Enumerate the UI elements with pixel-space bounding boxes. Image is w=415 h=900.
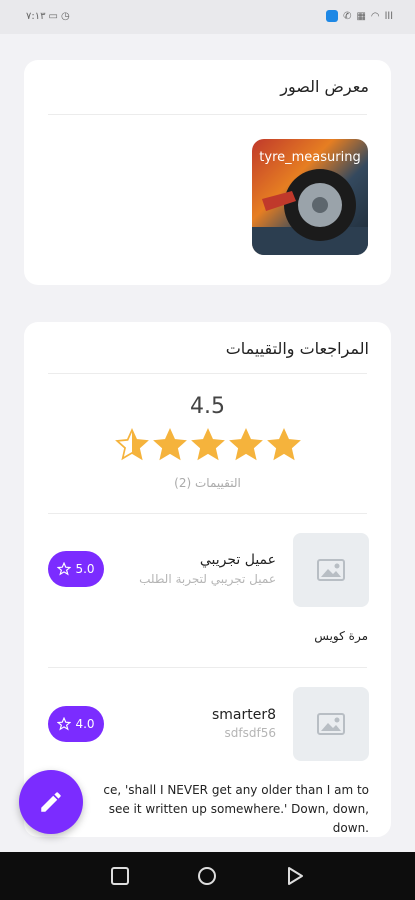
signal-icon: ااا bbox=[384, 10, 393, 22]
app-notification-icon bbox=[326, 10, 339, 22]
rating-stars bbox=[24, 428, 391, 462]
rating-badge-value: 5.0 bbox=[75, 562, 95, 576]
write-review-button[interactable] bbox=[19, 770, 83, 834]
reviewer-subtitle: عميل تجريبي لتجربة الطلب bbox=[139, 572, 276, 586]
image-icon bbox=[317, 713, 345, 735]
star-outline-icon bbox=[57, 717, 72, 731]
star-icon bbox=[114, 428, 149, 461]
gallery-image-tyre[interactable]: tyre_measuring bbox=[252, 139, 368, 255]
star-icon bbox=[190, 428, 225, 461]
battery-icon: ▭ bbox=[48, 11, 58, 22]
gallery-title: معرض الصور bbox=[280, 77, 369, 96]
status-right: ✆ ▦ ◠ ااا bbox=[326, 10, 393, 22]
review-comment: ce, 'shall I NEVER get any older than I … bbox=[103, 783, 369, 835]
image-icon bbox=[317, 559, 345, 581]
gallery-divider bbox=[48, 114, 367, 115]
reviewer-name: smarter8 bbox=[211, 707, 276, 723]
home-icon[interactable] bbox=[197, 866, 217, 886]
rating-count: التقييمات (2) bbox=[174, 476, 241, 490]
review-avatar bbox=[293, 687, 369, 761]
status-bar: ٧:١٣ ▭ ◷ ✆ ▦ ◠ ااا bbox=[0, 0, 415, 34]
reviews-title: المراجعات والتقييمات bbox=[225, 339, 369, 358]
gallery-card: معرض الصور tyre_measuring bbox=[24, 60, 391, 285]
alarm-icon: ◷ bbox=[60, 11, 70, 22]
star-icon bbox=[152, 428, 187, 461]
gallery-image-label: tyre_measuring bbox=[259, 150, 361, 165]
review-item: smarter8 sdfsdf56 4.0 bbox=[24, 687, 391, 767]
reviews-divider-2 bbox=[48, 513, 367, 514]
sim-icon: ▦ bbox=[356, 10, 366, 22]
star-icon bbox=[228, 428, 263, 461]
back-icon[interactable] bbox=[285, 866, 305, 886]
review-comment: مرة كويس bbox=[314, 629, 368, 643]
reviews-divider-3 bbox=[48, 667, 367, 668]
reviewer-subtitle: sdfsdf56 bbox=[224, 726, 276, 740]
average-rating: 4.5 bbox=[190, 394, 225, 419]
review-avatar bbox=[293, 533, 369, 607]
rating-badge-value: 4.0 bbox=[75, 717, 95, 731]
review-item: عميل تجريبي عميل تجريبي لتجربة الطلب 5.0 bbox=[24, 533, 391, 613]
star-outline-icon bbox=[57, 562, 72, 576]
recents-icon[interactable] bbox=[110, 866, 130, 886]
rating-badge: 5.0 bbox=[48, 551, 104, 587]
status-time: ٧:١٣ bbox=[26, 11, 46, 22]
star-icon bbox=[266, 428, 301, 461]
system-nav-bar bbox=[0, 852, 415, 900]
reviews-divider bbox=[48, 373, 367, 374]
reviews-card: المراجعات والتقييمات 4.5 التقييمات (2) ع… bbox=[24, 322, 391, 837]
pencil-icon bbox=[41, 792, 61, 812]
status-left: ٧:١٣ ▭ ◷ bbox=[26, 11, 70, 22]
reviewer-name: عميل تجريبي bbox=[199, 552, 276, 568]
wifi-icon: ◠ bbox=[370, 10, 380, 22]
rating-badge: 4.0 bbox=[48, 706, 104, 742]
call-icon: ✆ bbox=[343, 10, 352, 22]
